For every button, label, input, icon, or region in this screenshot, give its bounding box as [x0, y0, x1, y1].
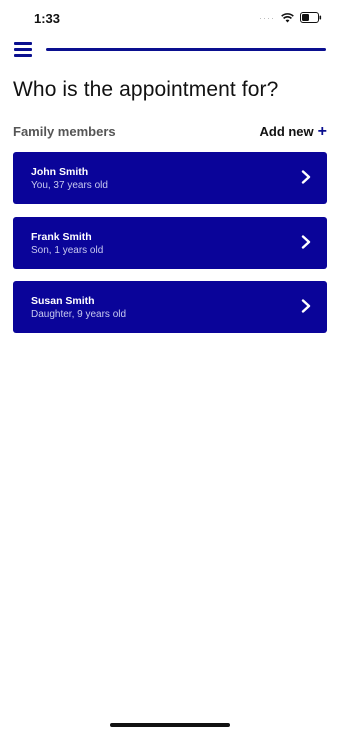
chevron-right-icon — [301, 170, 311, 184]
member-card-susan[interactable]: Susan Smith Daughter, 9 years old — [13, 281, 327, 333]
member-name: Frank Smith — [31, 230, 92, 243]
member-detail: Son, 1 years old — [31, 244, 104, 256]
status-bar: 1:33 ···· — [0, 0, 340, 36]
status-icons: ···· — [259, 12, 322, 23]
section-header: Family members Add new + — [13, 124, 327, 142]
progress-fill — [46, 48, 326, 51]
member-list: John Smith You, 37 years old Frank Smith… — [13, 152, 327, 346]
menu-icon[interactable] — [14, 42, 32, 58]
member-name: Susan Smith — [31, 295, 95, 307]
status-time: 1:33 — [34, 11, 61, 26]
section-label: Family members — [13, 124, 116, 139]
add-new-button[interactable]: Add new + — [259, 123, 327, 140]
wifi-icon — [281, 12, 294, 22]
battery-icon — [300, 12, 322, 23]
member-name: John Smith — [31, 166, 89, 178]
home-indicator[interactable] — [110, 723, 230, 727]
plus-icon: + — [317, 123, 327, 140]
signal-icon: ···· — [259, 12, 275, 23]
chevron-right-icon — [301, 234, 311, 249]
top-nav — [0, 40, 340, 62]
member-card-frank[interactable]: Frank Smith Son, 1 years old — [13, 216, 327, 269]
add-new-label: Add new — [259, 124, 314, 139]
member-detail: You, 37 years old — [31, 180, 108, 191]
chevron-right-icon — [301, 299, 311, 313]
member-detail: Daughter, 9 years old — [31, 309, 127, 320]
progress-bar — [46, 48, 326, 51]
screen: 1:33 ···· Who is the appointment for? Fa… — [0, 0, 340, 736]
member-card-john[interactable]: John Smith You, 37 years old — [13, 152, 327, 204]
page-title: Who is the appointment for? — [13, 78, 279, 101]
